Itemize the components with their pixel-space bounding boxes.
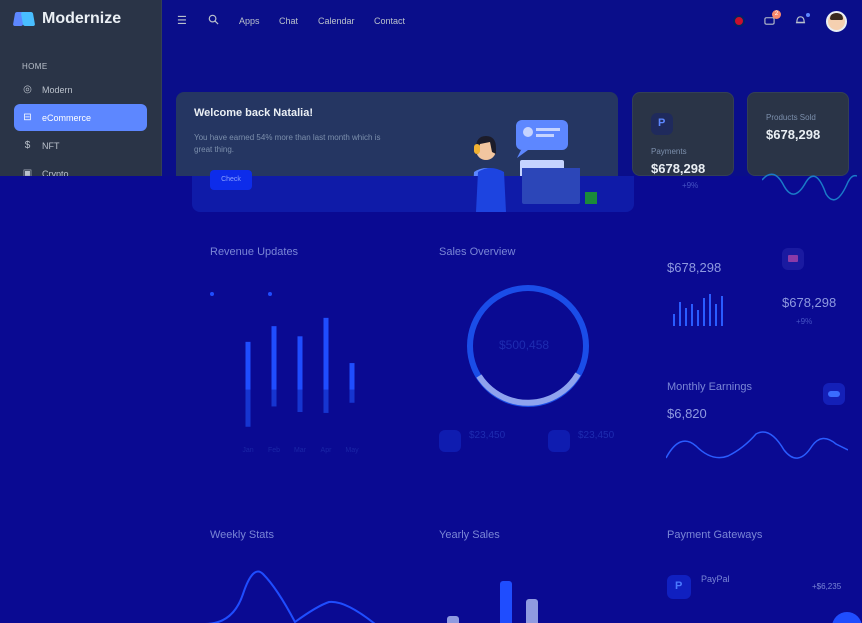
topnav-calendar[interactable]: Calendar [318, 16, 355, 26]
payments-value: $678,298 [651, 161, 706, 176]
monthly-value: $6,820 [667, 406, 707, 421]
modal-overlay[interactable]: Check +9% Revenue Updates Jan Feb Mar Apr Ma… [0, 168, 862, 623]
gateways-title: Payment Gateways [667, 529, 763, 541]
revenue-bar-expense [349, 389, 355, 403]
revenue-bar-earnings [245, 341, 251, 390]
cart-badge: 2 [772, 10, 781, 19]
aperture-icon: ◎ [23, 84, 32, 95]
logo[interactable]: Modernize [12, 10, 122, 28]
monthly-title: Monthly Earnings [667, 381, 752, 393]
topnav-chat[interactable]: Chat [279, 16, 298, 26]
welcome-title: Welcome back Natalia! [194, 107, 314, 119]
revenue-tick-label: Mar [294, 447, 307, 454]
yearly-bar [526, 599, 538, 623]
briefcase-icon [782, 248, 804, 270]
language-flag-icon[interactable] [733, 15, 745, 27]
welcome-text: You have earned 54% more than last month… [194, 133, 381, 154]
grid-icon [548, 430, 570, 452]
sidebar-item-label: NFT [42, 140, 60, 151]
gateway-amount: +$6,235 [812, 582, 842, 591]
stat-value-b: $678,298 [782, 295, 837, 310]
products-sold-value: $678,298 [766, 127, 821, 142]
menu-icon[interactable]: ☰ [177, 14, 187, 27]
products-sparkline [762, 173, 857, 201]
topbar [162, 0, 862, 44]
sales-center-value: $500,458 [499, 338, 550, 352]
logo-icon [12, 10, 36, 28]
yearly-bar [500, 581, 512, 623]
page: Modernize HOME ◎ Modern ⊟ eCommerce $ NF… [0, 0, 862, 623]
products-sold-card: Products Sold $678,298 [747, 92, 849, 176]
bell-icon[interactable] [795, 14, 806, 29]
paypal-icon: P [667, 575, 691, 599]
revenue-tick-label: Feb [268, 447, 280, 454]
sales-stat-b: $23,450 [578, 430, 615, 441]
revenue-bar-expense [245, 389, 251, 427]
grid-icon [439, 430, 461, 452]
payments-card: P Payments $678,298 [632, 92, 734, 176]
revenue-tick-label: Jan [242, 447, 253, 454]
monthly-sparkline [666, 431, 848, 459]
payments-label: Payments [651, 147, 687, 156]
legend-dot-expense [268, 292, 272, 296]
topnav-apps[interactable]: Apps [239, 16, 260, 26]
avatar[interactable] [826, 11, 847, 32]
topnav-contact[interactable]: Contact [374, 16, 405, 26]
cart-icon: ⊟ [23, 112, 32, 123]
nav-heading-home: HOME [22, 62, 48, 71]
weekly-chart [205, 570, 376, 623]
revenue-bar-earnings [297, 336, 303, 390]
sales-title: Sales Overview [439, 246, 516, 258]
notification-dot [806, 13, 810, 17]
weekly-title: Weekly Stats [210, 529, 274, 541]
sales-stat-a: $23,450 [469, 430, 506, 441]
yearly-bar [447, 616, 459, 623]
sidebar-item-label: Modern [42, 84, 73, 95]
check-button[interactable]: Check [210, 170, 252, 190]
currency-icon [823, 383, 845, 405]
customizer-button[interactable] [832, 612, 862, 623]
revenue-chart: Jan Feb Mar Apr May [242, 317, 359, 454]
welcome-illustration-dim [476, 168, 597, 212]
sidebar-item-label: eCommerce [42, 112, 92, 123]
stat-change-b: +9% [796, 317, 813, 326]
paypal-icon: P [651, 113, 673, 135]
revenue-bar-earnings [271, 326, 277, 390]
revenue-bar-expense [271, 389, 277, 407]
dollar-icon: $ [24, 140, 31, 151]
revenue-tick-label: May [345, 447, 359, 454]
revenue-bar-expense [297, 389, 303, 412]
revenue-tick-label: Apr [321, 447, 333, 454]
revenue-bar-earnings [349, 363, 355, 390]
revenue-title: Revenue Updates [210, 246, 299, 258]
stat-value-a: $678,298 [667, 260, 722, 275]
revenue-bar-earnings [323, 317, 329, 390]
products-sold-label: Products Sold [766, 113, 816, 122]
search-icon[interactable] [208, 14, 219, 28]
stat-bars [673, 294, 723, 326]
legend-dot-earnings [210, 292, 214, 296]
sidebar-item-nft[interactable]: $ NFT [14, 132, 147, 159]
sidebar-item-ecommerce[interactable]: ⊟ eCommerce [14, 104, 147, 131]
revenue-bar-expense [323, 389, 329, 413]
gateway-name: PayPal [701, 574, 730, 584]
yearly-title: Yearly Sales [439, 529, 500, 541]
payments-change: +9% [682, 181, 699, 190]
app-name: Modernize [42, 10, 122, 27]
sidebar-item-modern[interactable]: ◎ Modern [14, 76, 147, 103]
